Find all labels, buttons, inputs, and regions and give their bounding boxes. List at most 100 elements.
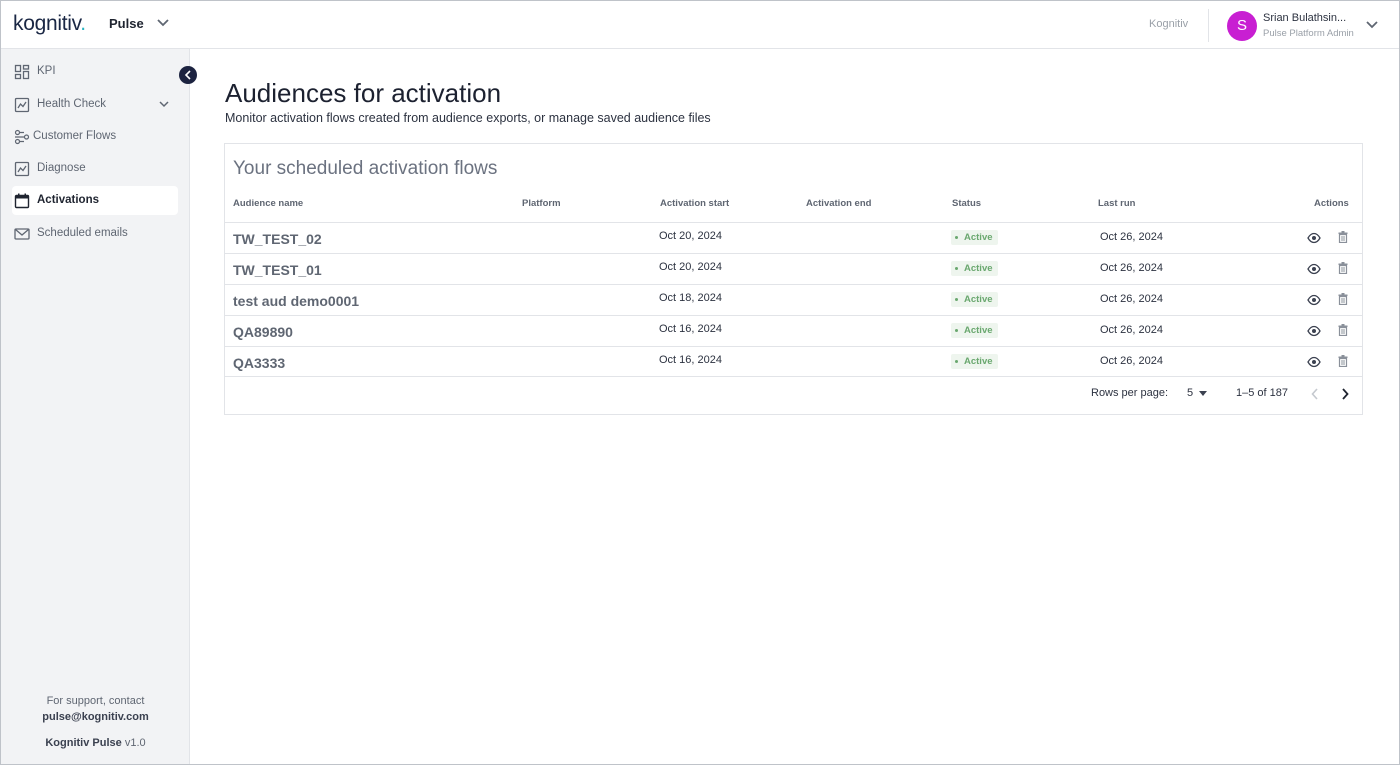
sidebar: KPI Health Check Customer Flows Diagnose… xyxy=(1,49,190,764)
logo-dot: . xyxy=(80,12,86,35)
caret-down-icon[interactable] xyxy=(1199,391,1207,396)
trash-icon[interactable] xyxy=(1338,324,1348,336)
last-run: Oct 26, 2024 xyxy=(1100,324,1163,336)
last-run: Oct 26, 2024 xyxy=(1100,262,1163,274)
status-badge: Active xyxy=(951,230,998,245)
product-name: Kognitiv Pulse xyxy=(45,737,122,749)
activation-start: Oct 20, 2024 xyxy=(659,230,722,242)
sidebar-collapse-button[interactable] xyxy=(179,66,197,84)
status-dot xyxy=(955,298,958,301)
top-header: kognitiv. Pulse Kognitiv S Srian Bulaths… xyxy=(1,1,1399,49)
eye-icon[interactable] xyxy=(1307,232,1321,244)
support-text: For support, contact xyxy=(46,695,145,707)
last-run: Oct 26, 2024 xyxy=(1100,293,1163,305)
column-header-activation-end[interactable]: Activation end xyxy=(806,198,871,209)
sidebar-item-label: Activations xyxy=(37,194,99,206)
table-row[interactable]: TW_TEST_02 Oct 20, 2024 Active Oct 26, 2… xyxy=(225,222,1362,253)
chevron-down-icon[interactable] xyxy=(1365,20,1379,30)
sidebar-item-label: Diagnose xyxy=(37,162,86,174)
activation-start: Oct 16, 2024 xyxy=(659,354,722,366)
last-run: Oct 26, 2024 xyxy=(1100,355,1163,367)
activation-start: Oct 16, 2024 xyxy=(659,323,722,335)
last-run: Oct 26, 2024 xyxy=(1100,231,1163,243)
status-text: Active xyxy=(964,263,993,274)
chevron-left-icon[interactable] xyxy=(1311,388,1319,400)
status-text: Active xyxy=(964,325,993,336)
trash-icon[interactable] xyxy=(1338,262,1348,274)
status-text: Active xyxy=(964,232,993,243)
support-info: For support, contact pulse@kognitiv.com xyxy=(1,693,190,725)
eye-icon[interactable] xyxy=(1307,356,1321,368)
eye-icon[interactable] xyxy=(1307,325,1321,337)
audience-name[interactable]: test aud demo0001 xyxy=(233,293,359,309)
column-header-activation-start[interactable]: Activation start xyxy=(660,198,729,209)
table-row[interactable]: test aud demo0001 Oct 18, 2024 Active Oc… xyxy=(225,284,1362,315)
table-row[interactable]: QA89890 Oct 16, 2024 Active Oct 26, 2024 xyxy=(225,315,1362,346)
status-badge: Active xyxy=(951,261,998,276)
trash-icon[interactable] xyxy=(1338,355,1348,367)
sidebar-item-label: Scheduled emails xyxy=(37,227,128,239)
sidebar-item-health-check[interactable]: Health Check xyxy=(12,90,178,119)
sidebar-item-activations[interactable]: Activations xyxy=(12,186,178,215)
column-header-platform[interactable]: Platform xyxy=(522,198,561,209)
column-header-status[interactable]: Status xyxy=(952,198,981,209)
status-text: Active xyxy=(964,356,993,367)
activation-start: Oct 18, 2024 xyxy=(659,292,722,304)
sidebar-item-kpi[interactable]: KPI xyxy=(12,57,178,86)
status-dot xyxy=(955,236,958,239)
audience-name[interactable]: TW_TEST_02 xyxy=(233,231,322,247)
sidebar-item-label: Customer Flows xyxy=(33,130,117,142)
status-badge: Active xyxy=(951,354,998,369)
flows-icon xyxy=(14,129,30,145)
page-subtitle: Monitor activation flows created from au… xyxy=(225,111,711,125)
status-text: Active xyxy=(964,294,993,305)
audience-name[interactable]: TW_TEST_01 xyxy=(233,262,322,278)
rows-per-page-select[interactable]: 5 xyxy=(1187,387,1193,399)
chevron-right-icon[interactable] xyxy=(1341,388,1349,400)
version-info: Kognitiv Pulse v1.0 xyxy=(1,737,190,749)
audience-name[interactable]: QA3333 xyxy=(233,355,285,371)
sidebar-item-customer-flows[interactable]: Customer Flows xyxy=(12,122,178,151)
status-badge: Active xyxy=(951,323,998,338)
avatar[interactable]: S xyxy=(1227,11,1257,41)
sidebar-item-label: Health Check xyxy=(37,98,107,110)
eye-icon[interactable] xyxy=(1307,294,1321,306)
user-name[interactable]: Srian Bulathsin... xyxy=(1263,12,1346,24)
mail-icon xyxy=(14,228,30,240)
rows-per-page-label: Rows per page: xyxy=(1091,387,1169,399)
chart-icon xyxy=(14,97,30,113)
status-badge: Active xyxy=(951,292,998,307)
chevron-left-icon xyxy=(184,70,191,80)
table-row[interactable]: QA3333 Oct 16, 2024 Active Oct 26, 2024 xyxy=(225,346,1362,377)
column-header-last-run[interactable]: Last run xyxy=(1098,198,1135,209)
logo-text: kognitiv xyxy=(13,12,81,35)
chart-icon xyxy=(14,161,30,177)
activation-flows-card: Your scheduled activation flows Audience… xyxy=(224,143,1363,415)
table-row[interactable]: TW_TEST_01 Oct 20, 2024 Active Oct 26, 2… xyxy=(225,253,1362,284)
pagination-range: 1–5 of 187 xyxy=(1236,387,1288,399)
version-number: v1.0 xyxy=(124,737,146,749)
support-email-link[interactable]: pulse@kognitiv.com xyxy=(1,709,190,725)
org-name: Kognitiv xyxy=(1149,18,1189,30)
chevron-down-icon[interactable] xyxy=(156,18,170,28)
chevron-down-icon[interactable] xyxy=(158,100,170,108)
dashboard-icon xyxy=(14,64,30,80)
user-role: Pulse Platform Admin xyxy=(1263,28,1354,39)
activation-start: Oct 20, 2024 xyxy=(659,261,722,273)
calendar-icon xyxy=(14,193,30,209)
status-dot xyxy=(955,329,958,332)
column-header-audience-name[interactable]: Audience name xyxy=(233,198,303,209)
app-switcher-label[interactable]: Pulse xyxy=(109,16,144,31)
kognitiv-logo[interactable]: kognitiv. xyxy=(13,12,86,36)
column-header-actions: Actions xyxy=(1314,198,1349,209)
status-dot xyxy=(955,360,958,363)
page-title: Audiences for activation xyxy=(225,78,502,108)
sidebar-item-label: KPI xyxy=(37,65,56,77)
trash-icon[interactable] xyxy=(1338,231,1348,243)
sidebar-item-diagnose[interactable]: Diagnose xyxy=(12,154,178,183)
card-title: Your scheduled activation flows xyxy=(233,158,498,179)
trash-icon[interactable] xyxy=(1338,293,1348,305)
audience-name[interactable]: QA89890 xyxy=(233,324,293,340)
eye-icon[interactable] xyxy=(1307,263,1321,275)
sidebar-item-scheduled-emails[interactable]: Scheduled emails xyxy=(12,219,178,248)
